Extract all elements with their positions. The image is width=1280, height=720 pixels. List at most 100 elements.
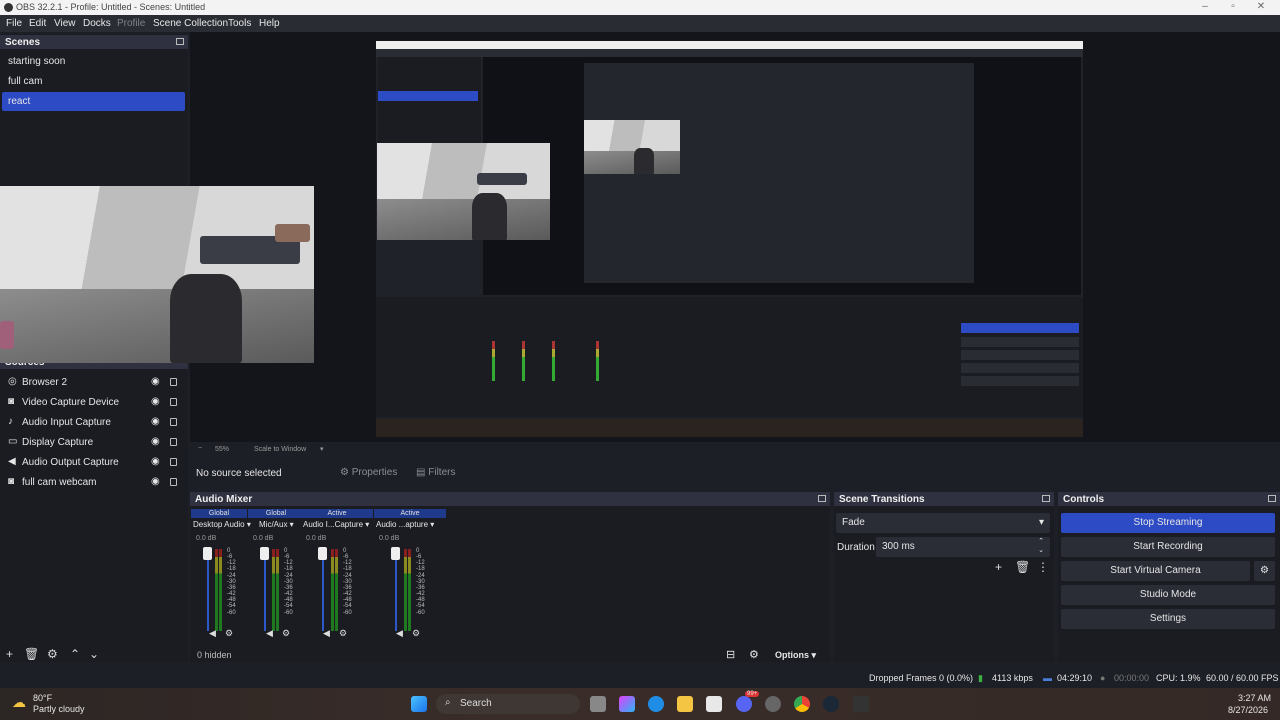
undock-icon[interactable] bbox=[176, 38, 184, 45]
undock-icon[interactable] bbox=[1042, 495, 1050, 502]
channel-name[interactable]: Audio ...apture ▾ bbox=[376, 520, 434, 529]
volume-knob[interactable] bbox=[260, 547, 269, 560]
windows-start-icon[interactable] bbox=[411, 696, 427, 712]
undock-icon[interactable] bbox=[818, 495, 826, 502]
source-row[interactable]: ♪ Audio Input Capture ◉ bbox=[0, 412, 188, 432]
eye-icon[interactable]: ◉ bbox=[151, 397, 160, 407]
stop-streaming-button[interactable]: Stop Streaming bbox=[1061, 513, 1275, 533]
eye-icon[interactable]: ◉ bbox=[151, 417, 160, 427]
copilot-icon[interactable] bbox=[619, 696, 635, 712]
move-up-icon[interactable]: ⌃ bbox=[70, 648, 80, 660]
gear-icon[interactable]: ⚙ bbox=[225, 628, 233, 639]
speaker-icon[interactable]: ◀ bbox=[266, 628, 273, 639]
menu-profile[interactable]: Profile bbox=[117, 18, 145, 29]
edge-icon[interactable] bbox=[648, 696, 664, 712]
file-explorer-icon[interactable] bbox=[677, 696, 693, 712]
add-source-icon[interactable]: + bbox=[6, 648, 13, 660]
volume-slider[interactable] bbox=[207, 549, 209, 631]
speaker-icon[interactable]: ◀ bbox=[209, 628, 216, 639]
eye-icon[interactable]: ◉ bbox=[151, 477, 160, 487]
transition-select[interactable]: Fade ▾ bbox=[836, 513, 1050, 533]
virtual-camera-settings-icon[interactable]: ⚙ bbox=[1254, 561, 1275, 581]
vrchat-icon[interactable] bbox=[853, 696, 869, 712]
properties-button[interactable]: ⚙ Properties bbox=[336, 465, 401, 481]
eye-icon[interactable]: ◉ bbox=[151, 457, 160, 467]
options-button[interactable]: Options ▾ bbox=[775, 650, 816, 661]
task-view-icon[interactable] bbox=[590, 696, 606, 712]
lock-icon[interactable] bbox=[170, 438, 177, 446]
advanced-audio-icon[interactable]: ⚙ bbox=[749, 648, 759, 661]
volume-slider[interactable] bbox=[264, 549, 266, 631]
volume-knob[interactable] bbox=[318, 547, 327, 560]
eye-icon[interactable]: ◉ bbox=[151, 377, 160, 387]
spin-down-icon[interactable]: ⌄ bbox=[1038, 546, 1044, 554]
lock-icon[interactable] bbox=[170, 398, 177, 406]
scene-item-starting-soon[interactable]: starting soon bbox=[2, 52, 185, 71]
speaker-icon[interactable]: ◀ bbox=[323, 628, 330, 639]
scene-item-full-cam[interactable]: full cam bbox=[2, 72, 185, 91]
gear-icon[interactable]: ⚙ bbox=[47, 648, 58, 660]
menu-edit[interactable]: Edit bbox=[29, 18, 46, 29]
menu-tools[interactable]: Tools bbox=[228, 18, 251, 29]
eye-icon[interactable]: ◉ bbox=[151, 437, 160, 447]
volume-slider[interactable] bbox=[395, 549, 397, 631]
menu-scene-collection[interactable]: Scene Collection bbox=[153, 18, 228, 29]
source-row[interactable]: ▭ Display Capture ◉ bbox=[0, 432, 188, 452]
lock-icon[interactable] bbox=[170, 418, 177, 426]
settings-button[interactable]: Settings bbox=[1061, 609, 1275, 629]
lock-icon[interactable] bbox=[170, 458, 177, 466]
channel-name[interactable]: Desktop Audio ▾ bbox=[193, 520, 251, 529]
title-bar: OBS 32.2.1 - Profile: Untitled - Scenes:… bbox=[0, 0, 1280, 15]
menu-help[interactable]: Help bbox=[259, 18, 280, 29]
scene-item-react[interactable]: react bbox=[2, 92, 185, 111]
gear-icon[interactable]: ⚙ bbox=[412, 628, 420, 639]
trash-icon[interactable]: 🗑 bbox=[24, 648, 39, 660]
source-row[interactable]: ◀ Audio Output Capture ◉ bbox=[0, 452, 188, 472]
more-options-icon[interactable]: ⋮ bbox=[1037, 561, 1049, 573]
store-icon[interactable] bbox=[706, 696, 722, 712]
mixer-channel: Active Audio I...Capture ▾ 0.0 dB 0 -6 -12… bbox=[301, 509, 373, 639]
zoom-out-icon[interactable]: − bbox=[198, 445, 202, 452]
steam-icon[interactable] bbox=[823, 696, 839, 712]
volume-knob[interactable] bbox=[391, 547, 400, 560]
source-row[interactable]: ◎ Browser 2 ◉ bbox=[0, 372, 188, 392]
trash-icon[interactable]: 🗑 bbox=[1015, 561, 1030, 573]
weather-icon[interactable]: ☁ bbox=[12, 694, 26, 711]
spin-up-icon[interactable]: ⌃ bbox=[1038, 537, 1044, 545]
filters-button[interactable]: ▤ Filters bbox=[412, 465, 459, 481]
menu-view[interactable]: View bbox=[54, 18, 76, 29]
scale-select[interactable]: Scale to Window bbox=[254, 446, 306, 453]
start-recording-button[interactable]: Start Recording bbox=[1061, 537, 1275, 557]
chevron-down-icon[interactable]: ▾ bbox=[320, 445, 324, 453]
undock-icon[interactable] bbox=[1268, 495, 1276, 502]
lock-icon[interactable] bbox=[170, 378, 177, 386]
source-row[interactable]: ◙ full cam webcam ◉ bbox=[0, 472, 188, 492]
duration-spinbox[interactable]: 300 ms ⌃ ⌄ bbox=[876, 537, 1050, 557]
chrome-icon[interactable] bbox=[794, 696, 810, 712]
gear-icon[interactable]: ⚙ bbox=[282, 628, 290, 639]
add-transition-icon[interactable]: + bbox=[995, 561, 1002, 573]
volume-slider[interactable] bbox=[322, 549, 324, 631]
speaker-icon[interactable]: ◀ bbox=[396, 628, 403, 639]
channel-name[interactable]: Audio I...Capture ▾ bbox=[303, 520, 369, 529]
channel-db: 0.0 dB bbox=[379, 535, 400, 542]
menu-docks[interactable]: Docks bbox=[83, 18, 111, 29]
layout-icon[interactable]: ⊟ bbox=[726, 648, 735, 661]
taskbar-search[interactable]: ⌕ Search bbox=[436, 694, 580, 714]
stream-icon: ▬ bbox=[1043, 673, 1052, 683]
close-icon[interactable]: ✕ bbox=[1254, 1, 1268, 13]
lock-icon[interactable] bbox=[170, 478, 177, 486]
start-virtual-camera-button[interactable]: Start Virtual Camera bbox=[1061, 561, 1250, 581]
obs-taskbar-icon[interactable] bbox=[765, 696, 781, 712]
menu-file[interactable]: File bbox=[6, 18, 22, 29]
source-row[interactable]: ◙ Video Capture Device ◉ bbox=[0, 392, 188, 412]
volume-knob[interactable] bbox=[203, 547, 212, 560]
maximize-icon[interactable]: ▫ bbox=[1226, 1, 1240, 13]
discord-icon[interactable] bbox=[736, 696, 752, 712]
studio-mode-button[interactable]: Studio Mode bbox=[1061, 585, 1275, 605]
move-down-icon[interactable]: ⌄ bbox=[89, 648, 99, 660]
gear-icon[interactable]: ⚙ bbox=[339, 628, 347, 639]
minimize-icon[interactable]: – bbox=[1198, 1, 1212, 13]
channel-name[interactable]: Mic/Aux ▾ bbox=[259, 520, 294, 529]
menu-bar: File Edit View Docks Profile Scene Colle… bbox=[0, 15, 1280, 32]
